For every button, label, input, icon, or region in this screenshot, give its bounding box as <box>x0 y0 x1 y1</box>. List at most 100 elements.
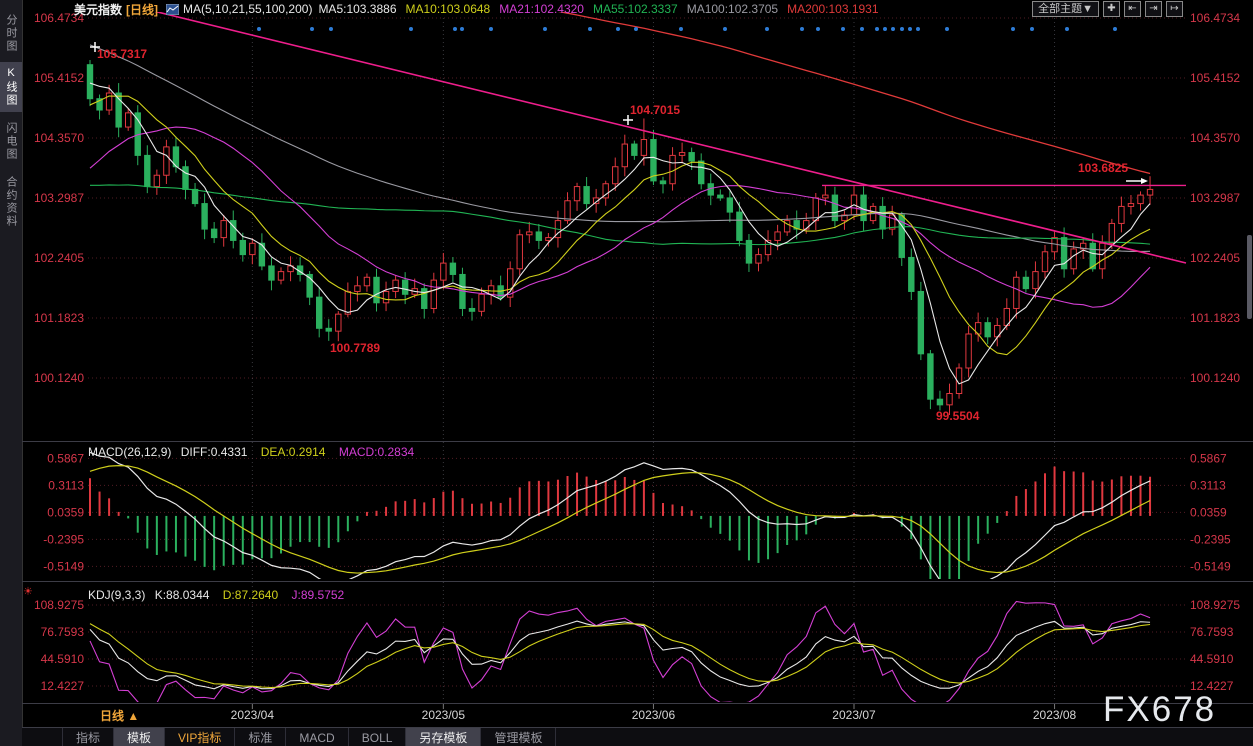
kdj-header: KDJ(9,3,3) K:88.0344 D:87.2640 J:89.5752 <box>88 588 344 602</box>
time-axis: 日线 ▲ 2023/042023/052023/062023/072023/08 <box>22 703 1253 727</box>
event-dot <box>679 27 683 31</box>
tab-save-template[interactable]: 另存模板 <box>406 728 481 746</box>
price-annotation: 100.7789 <box>330 341 380 355</box>
panel-separator <box>22 441 1253 442</box>
kdj-settings-icon[interactable]: ☀ <box>23 585 33 598</box>
tab-standard[interactable]: 标准 <box>235 728 286 746</box>
dea-line <box>90 466 1150 573</box>
event-dot <box>634 27 638 31</box>
event-dot <box>908 27 912 31</box>
svg-text:101.1823: 101.1823 <box>34 311 84 325</box>
svg-text:108.9275: 108.9275 <box>1190 598 1240 612</box>
tab-boll[interactable]: BOLL <box>349 728 407 746</box>
kdj-j-value: J:89.5752 <box>292 588 345 602</box>
svg-text:100.1240: 100.1240 <box>34 371 84 385</box>
bottom-tab-bar: 指标 模板 VIP指标 标准 MACD BOLL 另存模板 管理模板 <box>22 727 1253 746</box>
kdj-title: KDJ(9,3,3) <box>88 588 145 602</box>
event-dot <box>765 27 769 31</box>
event-dot <box>875 27 879 31</box>
ma-settings-icon[interactable] <box>166 4 179 15</box>
scrollbar-thumb[interactable] <box>1247 235 1252 319</box>
sidebar-item-contract-info[interactable]: 合约资料 <box>0 170 22 234</box>
ma200-line <box>90 0 1150 174</box>
tab-indicators[interactable]: 指标 <box>63 728 114 746</box>
svg-text:-0.2395: -0.2395 <box>43 532 84 546</box>
event-dot <box>1011 27 1015 31</box>
svg-text:102.2405: 102.2405 <box>1190 251 1240 265</box>
event-dot <box>883 27 887 31</box>
svg-text:-0.2395: -0.2395 <box>1190 532 1231 546</box>
scroll-left-icon[interactable]: ⇤ <box>1124 1 1141 17</box>
sidebar-item-lightning-chart[interactable]: 闪电图 <box>0 116 22 166</box>
panel-separator <box>22 581 1253 582</box>
svg-text:105.4152: 105.4152 <box>34 71 84 85</box>
theme-selector-button[interactable]: 全部主题▼ <box>1032 1 1099 17</box>
macd-title: MACD(26,12,9) <box>88 445 171 459</box>
date-label: 2023/04 <box>217 708 287 722</box>
ma10-value: MA10:103.0648 <box>406 2 491 16</box>
svg-text:104.3570: 104.3570 <box>1190 131 1240 145</box>
svg-text:108.9275: 108.9275 <box>34 598 84 612</box>
macd-dea-value: DEA:0.2914 <box>261 445 326 459</box>
trendline <box>92 0 1186 263</box>
jump-latest-icon[interactable]: ↦ <box>1166 1 1183 17</box>
event-dot <box>1030 27 1034 31</box>
sidebar-item-time-chart[interactable]: 分时图 <box>0 8 22 58</box>
symbol-title: 美元指数 <box>74 1 122 18</box>
sidebar-item-kline-chart[interactable]: K线图 <box>0 62 22 112</box>
ma10-line <box>90 96 1150 355</box>
event-dot <box>310 27 314 31</box>
svg-text:44.5910: 44.5910 <box>1190 652 1234 666</box>
tab-macd[interactable]: MACD <box>286 728 348 746</box>
scroll-right-icon[interactable]: ⇥ <box>1145 1 1162 17</box>
kdj-plot <box>90 601 1150 707</box>
svg-text:76.7593: 76.7593 <box>41 625 85 639</box>
sidebar: 分时图 K线图 闪电图 合约资料 <box>0 0 23 746</box>
svg-text:105.4152: 105.4152 <box>1190 71 1240 85</box>
event-dot <box>409 27 413 31</box>
svg-text:0.3113: 0.3113 <box>1190 478 1226 492</box>
svg-text:0.3113: 0.3113 <box>48 478 84 492</box>
macd-diff-value: DIFF:0.4331 <box>181 445 248 459</box>
event-dot <box>800 27 804 31</box>
svg-text:76.7593: 76.7593 <box>1190 625 1234 639</box>
ma200-value: MA200:103.1931 <box>787 2 878 16</box>
ma55-value: MA55:102.3337 <box>593 2 678 16</box>
fx678-watermark: FX678 <box>1103 690 1216 730</box>
svg-text:104.3570: 104.3570 <box>34 131 84 145</box>
tab-manage-templates[interactable]: 管理模板 <box>481 728 556 746</box>
event-dot <box>900 27 904 31</box>
pan-icon[interactable]: ✚ <box>1103 1 1120 17</box>
price-annotation: 103.6825 <box>1078 161 1128 175</box>
event-dot <box>841 27 845 31</box>
event-dot <box>860 27 864 31</box>
period-dropdown[interactable]: 日线 ▲ <box>100 707 139 724</box>
event-dot <box>453 27 457 31</box>
chart-application: 106.4734106.4734105.4152105.4152104.3570… <box>0 0 1253 746</box>
diff-line <box>90 452 1150 591</box>
ma-params-label: MA(5,10,21,55,100,200) <box>183 2 312 16</box>
svg-text:-0.5149: -0.5149 <box>1190 559 1231 573</box>
event-dot <box>1065 27 1069 31</box>
svg-text:103.2987: 103.2987 <box>34 191 84 205</box>
d-line <box>90 624 1150 688</box>
event-dot <box>489 27 493 31</box>
chart-canvas[interactable]: 106.4734106.4734105.4152105.4152104.3570… <box>0 0 1253 746</box>
event-dot <box>945 27 949 31</box>
candlestick-chart[interactable]: 106.4734106.4734105.4152105.4152104.3570… <box>0 0 1253 746</box>
svg-text:102.2405: 102.2405 <box>34 251 84 265</box>
event-dot <box>616 27 620 31</box>
kdj-k-value: K:88.0344 <box>155 588 210 602</box>
event-dot <box>329 27 333 31</box>
event-dot <box>460 27 464 31</box>
price-annotation: 105.7317 <box>97 47 147 61</box>
macd-header: MACD(26,12,9) DIFF:0.4331 DEA:0.2914 MAC… <box>88 445 414 459</box>
header-controls: 全部主题▼ ✚ ⇤ ⇥ ↦ <box>1032 1 1183 17</box>
svg-text:100.1240: 100.1240 <box>1190 371 1240 385</box>
ma100-value: MA100:102.3705 <box>687 2 778 16</box>
macd-macd-value: MACD:0.2834 <box>339 445 414 459</box>
svg-text:101.1823: 101.1823 <box>1190 311 1240 325</box>
k-line <box>90 621 1150 689</box>
tab-templates[interactable]: 模板 <box>114 728 165 746</box>
tab-vip-indicators[interactable]: VIP指标 <box>165 728 235 746</box>
